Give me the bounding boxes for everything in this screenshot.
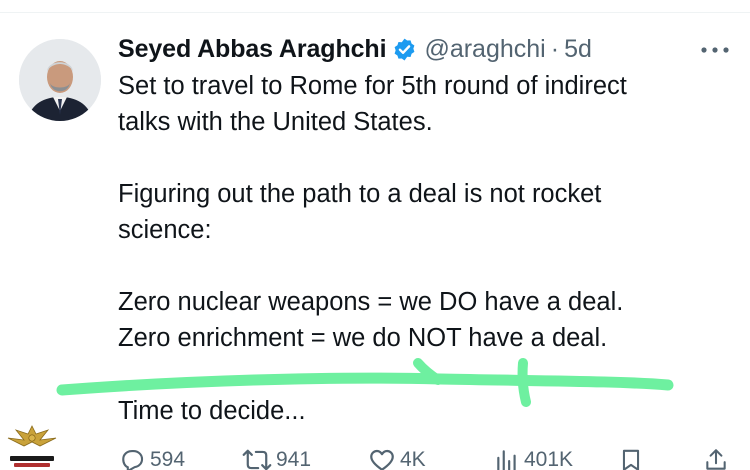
verified-badge-icon[interactable] bbox=[392, 37, 417, 62]
bookmark-icon bbox=[622, 449, 640, 470]
share-icon bbox=[706, 449, 726, 470]
tweet-line: Figuring out the path to a deal is not r… bbox=[118, 180, 602, 208]
tweet-time[interactable]: 5d bbox=[564, 35, 592, 64]
tweet-line: talks with the United States. bbox=[118, 108, 433, 136]
tweet-closing-line: Time to decide... bbox=[118, 397, 306, 425]
more-options-button[interactable] bbox=[694, 36, 736, 64]
views-button[interactable]: 401K bbox=[494, 442, 573, 470]
avatar-photo bbox=[19, 39, 101, 121]
reply-count: 594 bbox=[150, 448, 186, 470]
tweet-line: Zero nuclear weapons = we DO have a deal… bbox=[118, 288, 624, 316]
tweet-line: science: bbox=[118, 216, 212, 244]
views-count: 401K bbox=[524, 448, 574, 470]
repost-count: 941 bbox=[276, 448, 312, 470]
tweet-line: Zero enrichment = we do NOT have a deal. bbox=[118, 324, 608, 352]
author-name[interactable]: Seyed Abbas Araghchi bbox=[118, 35, 387, 64]
share-button[interactable] bbox=[703, 442, 729, 470]
repost-button[interactable]: 941 bbox=[242, 442, 311, 470]
tweet-line: Set to travel to Rome for 5th round of i… bbox=[118, 72, 627, 100]
repost-icon bbox=[242, 449, 272, 470]
header-separator: · bbox=[550, 34, 560, 63]
reply-button[interactable]: 594 bbox=[118, 442, 185, 470]
bookmark-button[interactable] bbox=[618, 442, 644, 470]
author-handle[interactable]: @araghchi bbox=[424, 35, 545, 64]
tweet-text: Set to travel to Rome for 5th round of i… bbox=[118, 68, 738, 356]
reply-icon bbox=[122, 449, 144, 470]
highlighter-annotation bbox=[56, 358, 674, 407]
action-bar: 594 941 4K 401K bbox=[0, 442, 750, 470]
watermark-logo bbox=[4, 420, 60, 470]
eagle-emblem-icon bbox=[7, 425, 57, 467]
like-button[interactable]: 4K bbox=[368, 442, 426, 470]
heart-icon bbox=[370, 449, 394, 470]
more-horizontal-icon bbox=[701, 47, 729, 53]
top-divider bbox=[0, 12, 750, 13]
avatar[interactable] bbox=[19, 39, 101, 121]
like-count: 4K bbox=[400, 448, 426, 470]
tweet-header: Seyed Abbas Araghchi @araghchi · 5d bbox=[118, 32, 592, 66]
views-icon bbox=[497, 450, 516, 470]
